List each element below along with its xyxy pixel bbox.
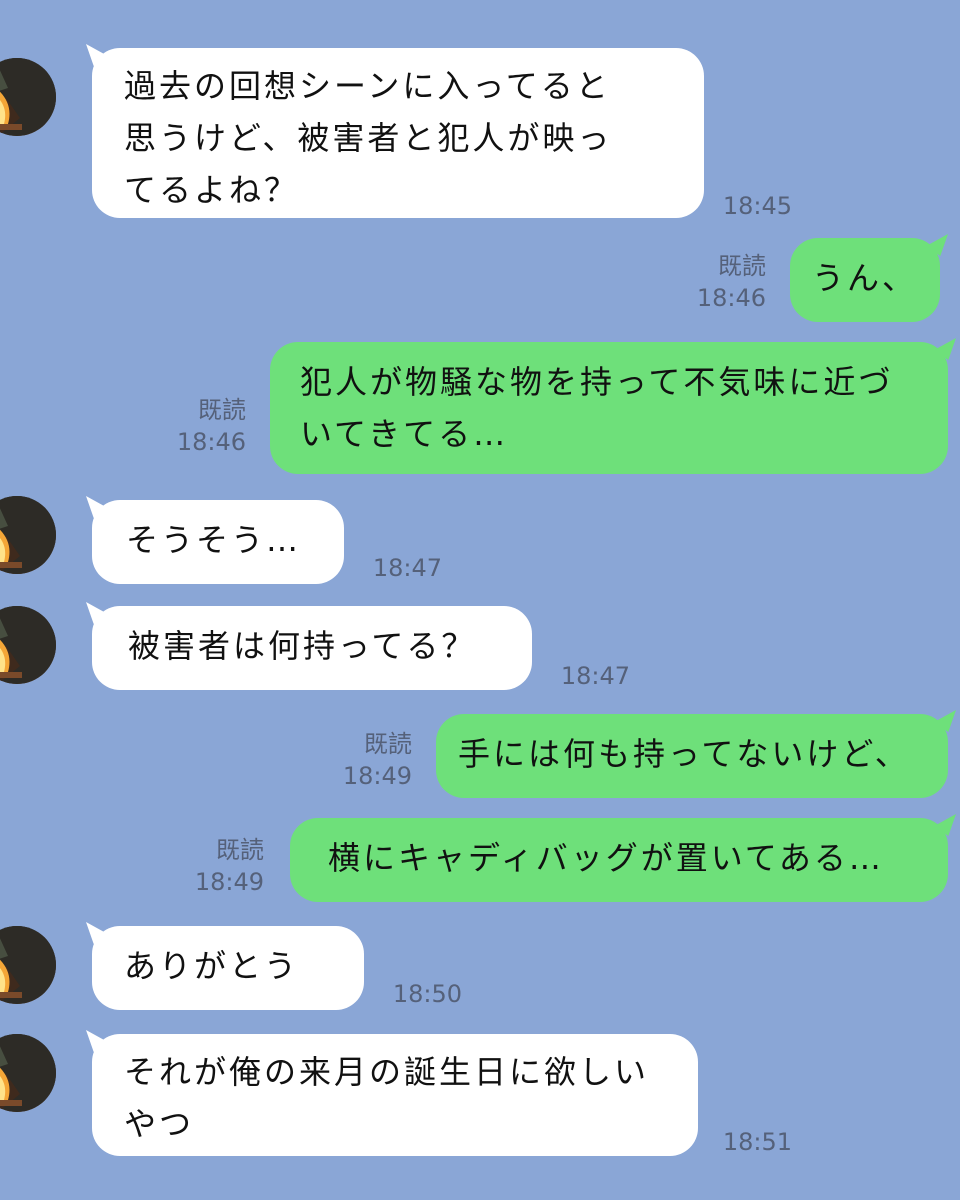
campfire-avatar-icon[interactable]: [0, 926, 56, 1004]
chat-thread: 過去の回想シーンに入ってると 思うけど、被害者と犯人が映っ てるよね？ 18:4…: [0, 0, 960, 1200]
campfire-avatar-icon[interactable]: [0, 606, 56, 684]
outgoing-message[interactable]: 犯人が物騒な物を持って不気味に近づ いてきてる…: [270, 342, 948, 474]
message-time: 18:49: [194, 868, 264, 896]
incoming-message[interactable]: 過去の回想シーンに入ってると 思うけど、被害者と犯人が映っ てるよね？: [92, 48, 704, 218]
incoming-message[interactable]: 被害者は何持ってる？: [92, 606, 532, 690]
message-time: 18:49: [342, 762, 412, 790]
message-time: 18:45: [722, 192, 792, 220]
campfire-avatar-icon[interactable]: [0, 496, 56, 574]
outgoing-message[interactable]: うん、: [790, 238, 940, 322]
campfire-avatar-icon[interactable]: [0, 1034, 56, 1112]
incoming-message[interactable]: それが俺の来月の誕生日に欲しい やつ: [92, 1034, 698, 1156]
message-meta: 18:45: [716, 190, 792, 222]
campfire-avatar-icon[interactable]: [0, 58, 56, 136]
read-receipt: 既読: [216, 836, 264, 864]
message-time: 18:50: [392, 980, 462, 1008]
message-time: 18:51: [722, 1128, 792, 1156]
message-meta: 既読 18:49: [330, 728, 412, 792]
message-meta: 既読 18:46: [164, 394, 246, 458]
message-meta: 18:50: [384, 978, 462, 1010]
message-time: 18:46: [176, 428, 246, 456]
message-meta: 18:47: [364, 552, 442, 584]
incoming-message[interactable]: そうそう…: [92, 500, 344, 584]
message-meta: 既読 18:49: [182, 834, 264, 898]
read-receipt: 既読: [718, 252, 766, 280]
read-receipt: 既読: [364, 730, 412, 758]
message-time: 18:46: [696, 284, 766, 312]
message-time: 18:47: [560, 662, 630, 690]
outgoing-message[interactable]: 横にキャディバッグが置いてある…: [290, 818, 948, 902]
outgoing-message[interactable]: 手には何も持ってないけど、: [436, 714, 948, 798]
incoming-message[interactable]: ありがとう: [92, 926, 364, 1010]
message-meta: 既読 18:46: [680, 250, 766, 314]
read-receipt: 既読: [198, 396, 246, 424]
message-meta: 18:47: [552, 660, 630, 692]
message-meta: 18:51: [716, 1126, 792, 1158]
message-time: 18:47: [372, 554, 442, 582]
